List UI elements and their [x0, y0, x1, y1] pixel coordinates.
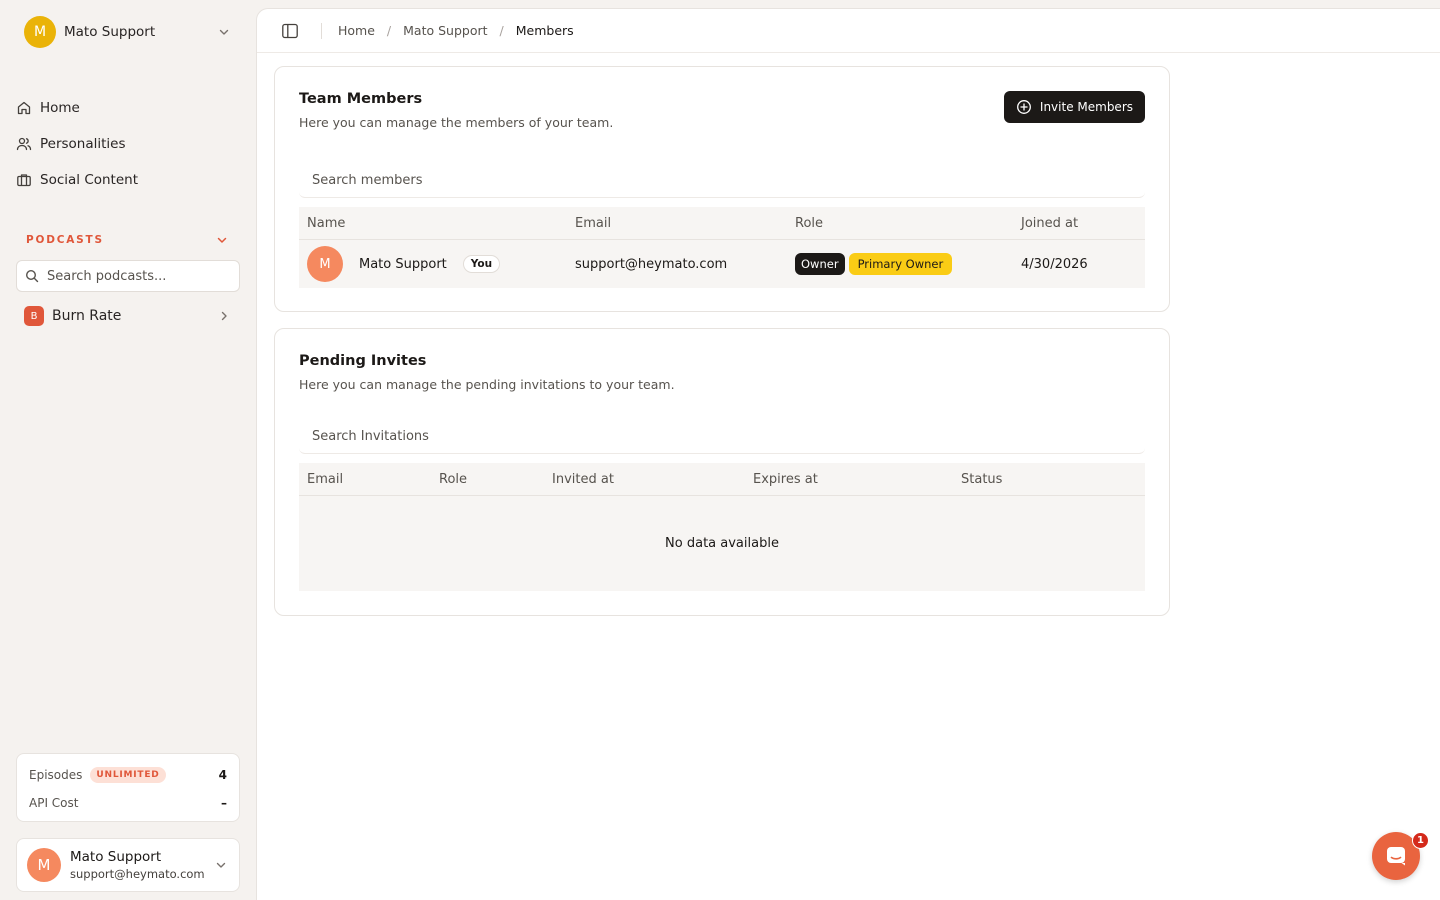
usage-card: Episodes UNLIMITED 4 API Cost – — [16, 753, 240, 822]
team-members-subtitle: Here you can manage the members of your … — [299, 115, 614, 130]
breadcrumb: Home / Mato Support / Members — [338, 23, 574, 38]
primary-owner-badge: Primary Owner — [848, 253, 953, 275]
table-header: Email Role Invited at Expires at Status — [299, 463, 1145, 496]
workspace-name: Mato Support — [64, 24, 156, 40]
members-table: Name Email Role Joined at M Mato Support… — [299, 207, 1145, 288]
breadcrumb-separator: / — [386, 23, 392, 38]
sidebar-nav: Home Personalities Social Content — [8, 90, 248, 198]
avatar: M — [307, 246, 343, 282]
sidebar-item-social-content[interactable]: Social Content — [8, 162, 248, 198]
column-header[interactable]: Role — [787, 216, 1013, 231]
invitations-table: Email Role Invited at Expires at Status … — [299, 463, 1145, 591]
member-role-cell: Owner Primary Owner — [787, 253, 1013, 275]
chevron-down-icon — [213, 857, 229, 873]
divider — [321, 22, 322, 39]
home-icon — [16, 100, 32, 116]
sidebar-item-label: Home — [40, 100, 80, 116]
invite-members-button[interactable]: Invite Members — [1003, 91, 1145, 123]
member-joined-at: 4/30/2026 — [1021, 256, 1088, 272]
main-content: Home / Mato Support / Members Team Membe… — [256, 8, 1440, 900]
podcast-search-input[interactable] — [47, 268, 227, 284]
briefcase-icon — [16, 172, 32, 188]
column-header[interactable]: Joined at — [1013, 216, 1145, 231]
column-header[interactable]: Name — [299, 216, 567, 231]
breadcrumb-workspace[interactable]: Mato Support — [403, 23, 487, 38]
podcast-name: Burn Rate — [52, 308, 122, 324]
sidebar: M Mato Support Home Personalities Social… — [0, 0, 256, 900]
api-cost-label: API Cost — [29, 796, 79, 810]
user-info: Mato Support support@heymato.com — [70, 849, 213, 881]
api-cost-value: – — [221, 796, 227, 810]
search-icon — [25, 269, 39, 283]
breadcrumb-home[interactable]: Home — [338, 23, 375, 38]
member-email: support@heymato.com — [575, 256, 728, 272]
sidebar-item-personalities[interactable]: Personalities — [8, 126, 248, 162]
episodes-count: 4 — [218, 768, 227, 782]
pending-invites-title: Pending Invites — [299, 353, 427, 369]
column-header[interactable]: Role — [431, 472, 544, 487]
sidebar-item-label: Personalities — [40, 136, 126, 152]
avatar: M — [27, 848, 61, 882]
unread-count-badge: 1 — [1412, 832, 1429, 849]
member-name: Mato Support — [359, 256, 447, 272]
podcasts-section-toggle[interactable]: PODCASTS — [16, 228, 240, 252]
top-bar: Home / Mato Support / Members — [257, 9, 1440, 53]
users-icon — [16, 136, 32, 152]
column-header[interactable]: Email — [299, 472, 431, 487]
team-members-card: Team Members Here you can manage the mem… — [274, 66, 1170, 312]
you-badge: You — [462, 255, 501, 273]
episodes-usage: Episodes UNLIMITED 4 — [29, 764, 227, 786]
podcast-item-burn-rate[interactable]: B Burn Rate — [16, 300, 240, 332]
sidebar-item-label: Social Content — [40, 172, 139, 188]
user-menu[interactable]: M Mato Support support@heymato.com — [16, 838, 240, 892]
workspace-switcher[interactable]: M Mato Support — [16, 12, 240, 52]
plus-circle-icon — [1016, 99, 1032, 115]
members-search — [299, 164, 1145, 198]
invite-members-label: Invite Members — [1039, 100, 1133, 114]
column-header[interactable]: Invited at — [544, 472, 745, 487]
podcast-search — [16, 260, 240, 292]
breadcrumb-current: Members — [515, 23, 574, 38]
podcast-badge: B — [24, 306, 44, 326]
search-input[interactable] — [312, 429, 1132, 444]
role-badge: Owner — [795, 253, 845, 275]
chevron-right-icon — [216, 308, 232, 324]
episodes-label: Episodes — [29, 768, 83, 782]
column-header[interactable]: Email — [567, 216, 787, 231]
user-name: Mato Support — [70, 849, 162, 865]
chat-icon — [1384, 844, 1408, 868]
column-header[interactable]: Expires at — [745, 472, 953, 487]
table-row[interactable]: M Mato Support You support@heymato.com O… — [299, 240, 1145, 288]
workspace-avatar: M — [24, 16, 56, 48]
pending-invites-card: Pending Invites Here you can manage the … — [274, 328, 1170, 616]
invitations-search — [299, 420, 1145, 454]
member-name-cell: M Mato Support You — [299, 246, 567, 282]
chevron-down-icon — [214, 232, 230, 248]
team-members-title: Team Members — [299, 91, 423, 107]
breadcrumb-separator: / — [499, 23, 504, 38]
column-header[interactable]: Status — [953, 472, 1145, 487]
api-cost-usage: API Cost – — [29, 792, 227, 814]
table-header: Name Email Role Joined at — [299, 207, 1145, 240]
chevron-down-icon — [216, 24, 232, 40]
podcasts-section-label: PODCASTS — [26, 234, 104, 246]
sidebar-toggle-icon[interactable] — [281, 22, 299, 40]
pending-invites-subtitle: Here you can manage the pending invitati… — [299, 377, 675, 392]
sidebar-item-home[interactable]: Home — [8, 90, 248, 126]
user-email: support@heymato.com — [70, 867, 205, 881]
search-input[interactable] — [312, 173, 1132, 188]
plan-badge: UNLIMITED — [90, 767, 166, 783]
empty-state: No data available — [299, 496, 1145, 591]
